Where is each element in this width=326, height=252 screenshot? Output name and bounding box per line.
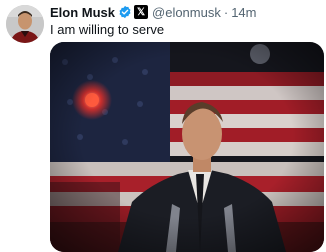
avatar-image [6,5,44,43]
avatar[interactable] [6,5,44,43]
timestamp[interactable]: 14m [231,5,256,20]
x-logo-icon: 𝕏 [134,5,149,19]
user-handle[interactable]: @elonmusk [152,5,221,20]
tweet-media-image[interactable] [50,42,324,252]
verified-badge-icon [118,5,132,19]
display-name[interactable]: Elon Musk [50,5,115,20]
tweet-text: I am willing to serve [50,22,165,37]
separator-dot: · [223,4,229,20]
speaker-flag-image [50,42,324,252]
tweet-header: Elon Musk 𝕏 @elonmusk · 14m [50,4,257,20]
